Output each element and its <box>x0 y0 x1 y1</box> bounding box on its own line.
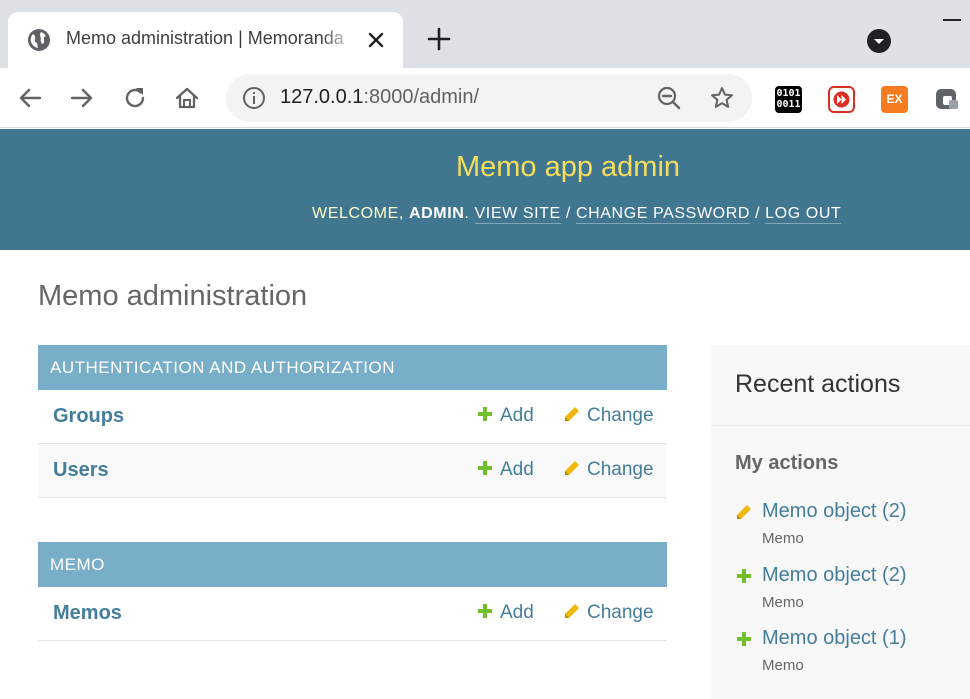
change-label: Change <box>587 602 654 623</box>
change-button[interactable]: Change <box>563 602 654 624</box>
recent-actions-title: Recent actions <box>735 370 901 398</box>
recent-actions-panel: Recent actions My actions Memo object (2… <box>711 345 970 699</box>
close-icon[interactable] <box>363 27 389 53</box>
browser-toolbar: 127.0.0.1:8000/admin/ 0101 0011 EX <box>0 68 970 128</box>
add-button[interactable]: Add <box>476 602 534 624</box>
change-button[interactable]: Change <box>563 405 654 427</box>
separator: / <box>755 205 761 222</box>
plus-icon <box>737 632 751 646</box>
action-link[interactable]: Memo object (2) <box>762 500 907 523</box>
plus-icon <box>737 569 751 583</box>
media-extension-icon[interactable] <box>828 86 855 113</box>
tab-search-icon[interactable] <box>866 28 892 54</box>
page-title: Memo administration <box>38 280 308 312</box>
model-row-groups: Groups Add Change <box>38 390 667 444</box>
username: ADMIN <box>408 205 465 222</box>
zoom-out-icon[interactable] <box>656 85 682 111</box>
plus-icon <box>478 461 492 475</box>
globe-icon <box>28 29 50 51</box>
module-caption[interactable]: MEMO <box>38 542 667 587</box>
binary-extension-icon[interactable]: 0101 0011 <box>775 86 802 113</box>
my-actions-heading: My actions <box>735 452 839 474</box>
model-row-users: Users Add Change <box>38 444 667 498</box>
action-link[interactable]: Memo object (2) <box>762 564 907 587</box>
plus-icon <box>478 407 492 421</box>
binary-line-1: 0101 <box>776 88 801 99</box>
admin-header: Memo app admin WELCOME, ADMIN. VIEW SITE… <box>0 129 970 250</box>
back-icon[interactable] <box>16 84 44 112</box>
action-type: Memo <box>762 530 804 547</box>
info-icon[interactable] <box>242 86 266 110</box>
welcome-text: WELCOME, <box>312 205 404 222</box>
action-type: Memo <box>762 657 804 674</box>
action-link[interactable]: Memo object (1) <box>762 627 907 650</box>
module-caption[interactable]: AUTHENTICATION AND AUTHORIZATION <box>38 345 667 390</box>
pencil-icon <box>737 505 751 519</box>
add-label: Add <box>500 405 534 426</box>
view-site-link[interactable]: VIEW SITE <box>474 205 561 224</box>
fast-forward-icon <box>833 91 850 108</box>
add-button[interactable]: Add <box>476 405 534 427</box>
url-path: :8000/admin/ <box>363 86 480 108</box>
pencil-icon <box>565 461 579 475</box>
separator: / <box>565 205 571 222</box>
reload-icon[interactable] <box>121 84 149 112</box>
address-bar[interactable]: 127.0.0.1:8000/admin/ <box>226 74 752 122</box>
url-text[interactable]: 127.0.0.1:8000/admin/ <box>280 86 479 109</box>
change-button[interactable]: Change <box>563 459 654 481</box>
model-link-groups[interactable]: Groups <box>53 405 124 428</box>
log-out-link[interactable]: LOG OUT <box>765 205 842 224</box>
model-row-memos: Memos Add Change <box>38 587 667 641</box>
add-button[interactable]: Add <box>476 459 534 481</box>
model-link-memos[interactable]: Memos <box>53 602 122 625</box>
app-module-auth: AUTHENTICATION AND AUTHORIZATION Groups … <box>38 345 667 498</box>
user-tools: WELCOME, ADMIN. VIEW SITE / CHANGE PASSW… <box>312 205 842 224</box>
tab-title: Memo administration | Memoranda <box>66 28 344 48</box>
pencil-icon <box>565 407 579 421</box>
app-module-memo: MEMO Memos Add Change <box>38 542 667 641</box>
tab-strip: Memo administration | Memoranda <box>0 0 970 68</box>
plus-icon <box>478 604 492 618</box>
add-label: Add <box>500 602 534 623</box>
minimize-icon[interactable] <box>943 19 961 21</box>
ex-extension-icon[interactable]: EX <box>881 86 908 113</box>
new-tab-icon[interactable] <box>424 24 454 54</box>
model-link-users[interactable]: Users <box>53 459 109 482</box>
puzzle-extension-icon <box>936 89 958 109</box>
gray-extension-icon[interactable] <box>934 86 961 113</box>
add-label: Add <box>500 459 534 480</box>
url-host: 127.0.0.1 <box>280 86 364 108</box>
binary-line-2: 0011 <box>776 99 801 110</box>
change-label: Change <box>587 459 654 480</box>
site-branding[interactable]: Memo app admin <box>0 151 970 184</box>
divider <box>711 425 970 426</box>
home-icon[interactable] <box>173 84 201 112</box>
forward-icon[interactable] <box>68 84 96 112</box>
bookmark-star-icon[interactable] <box>709 85 735 111</box>
browser-tab[interactable]: Memo administration | Memoranda <box>8 12 403 68</box>
pencil-icon <box>565 604 579 618</box>
change-label: Change <box>587 405 654 426</box>
change-password-link[interactable]: CHANGE PASSWORD <box>575 205 751 224</box>
action-type: Memo <box>762 594 804 611</box>
